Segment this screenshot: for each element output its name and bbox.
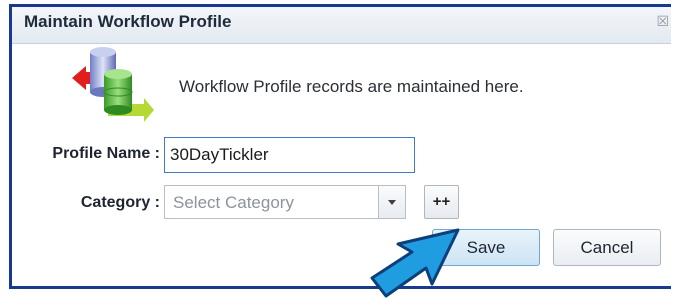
dialog-title: Maintain Workflow Profile	[24, 12, 232, 31]
category-select[interactable]: Select Category	[164, 185, 379, 219]
database-sync-icon	[72, 47, 154, 122]
chevron-down-icon	[388, 200, 396, 205]
cancel-button[interactable]: Cancel	[553, 229, 661, 266]
profile-name-input[interactable]	[164, 137, 415, 173]
close-icon[interactable]: ☒	[656, 13, 669, 30]
pointer-arrow-icon	[370, 228, 460, 298]
dialog-titlebar[interactable]: Maintain Workflow Profile ☒	[12, 7, 671, 44]
dialog-description: Workflow Profile records are maintained …	[179, 77, 524, 96]
category-dropdown-button[interactable]	[379, 185, 406, 219]
category-placeholder: Select Category	[173, 193, 294, 212]
profile-name-label: Profile Name :	[52, 145, 160, 162]
category-label: Category :	[80, 194, 160, 211]
add-category-button[interactable]: ++	[424, 185, 459, 219]
